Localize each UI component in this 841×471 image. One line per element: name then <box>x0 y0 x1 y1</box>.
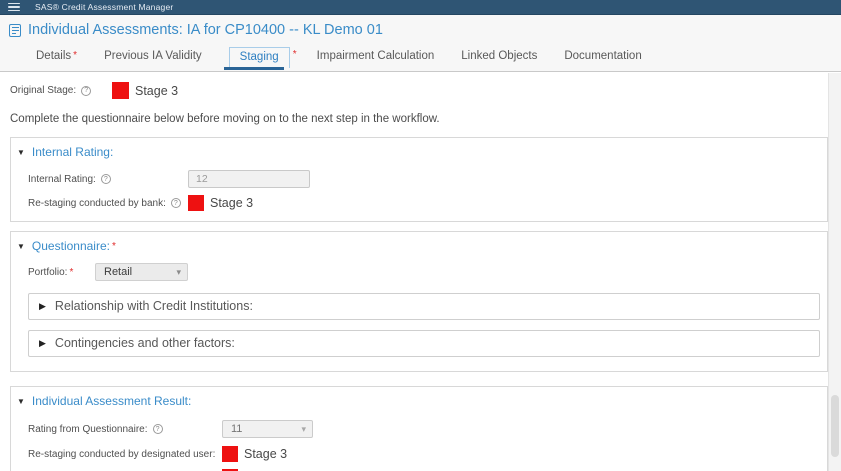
collapse-icon: ▼ <box>17 147 25 157</box>
section-result-header[interactable]: ▼ Individual Assessment Result: <box>17 394 827 408</box>
help-icon[interactable]: ? <box>152 424 163 434</box>
rating-from-questionnaire-row: Rating from Questionnaire: ? 11 ▾ <box>28 420 827 438</box>
document-icon <box>9 23 21 37</box>
restaging-designated-user-value: Stage 3 <box>244 447 288 461</box>
required-marker: * <box>111 240 116 252</box>
required-marker: * <box>69 266 74 278</box>
help-icon[interactable]: ? <box>81 85 92 96</box>
restaging-bank-label: Re-staging conducted by bank: <box>28 197 166 209</box>
tab-documentation[interactable]: Documentation <box>564 50 641 68</box>
original-stage-label: Original Stage: <box>10 85 77 96</box>
collapse-icon: ▼ <box>17 396 25 406</box>
vertical-scrollbar[interactable] <box>828 73 841 471</box>
active-tab-underline <box>223 67 284 70</box>
help-icon[interactable]: ? <box>100 174 111 184</box>
section-questionnaire: ▼ Questionnaire: * Portfolio: * Retail ▾… <box>10 231 828 372</box>
original-stage-row: Original Stage: ? Stage 3 <box>10 82 841 99</box>
internal-rating-input[interactable] <box>188 170 310 188</box>
tab-staging[interactable]: Staging * <box>223 47 297 70</box>
rating-from-questionnaire-label: Rating from Questionnaire: <box>28 423 148 435</box>
menu-icon[interactable] <box>8 2 20 12</box>
page-title: Individual Assessments: IA for CP10400 -… <box>28 22 383 38</box>
stage-color-swatch <box>188 195 204 211</box>
collapse-icon: ▼ <box>17 241 25 251</box>
original-stage-value: Stage 3 <box>135 83 179 98</box>
app-window: SAS® Credit Assessment Manager Individua… <box>0 0 841 471</box>
stage-color-swatch <box>112 82 129 99</box>
restaging-bank-row: Re-staging conducted by bank: ? Stage 3 <box>28 195 827 211</box>
app-title: SAS® Credit Assessment Manager <box>35 2 174 12</box>
page-header: Individual Assessments: IA for CP10400 -… <box>0 15 841 72</box>
tab-previous-ia-validity[interactable]: Previous IA Validity <box>104 50 202 68</box>
tab-impairment-calculation[interactable]: Impairment Calculation <box>317 50 435 68</box>
chevron-down-icon: ▾ <box>301 423 306 434</box>
expand-icon: ▶ <box>39 300 46 311</box>
subsection-contingencies-other-factors[interactable]: ▶ Contingencies and other factors: <box>28 330 820 357</box>
instruction-text: Complete the questionnaire below before … <box>10 113 440 125</box>
expand-icon: ▶ <box>39 337 46 348</box>
internal-rating-row: Internal Rating: ? <box>28 170 827 188</box>
staging-panel: Original Stage: ? Stage 3 Complete the q… <box>0 72 841 471</box>
restaging-designated-user-label: Re-staging conducted by designated user: <box>28 448 216 460</box>
help-icon[interactable]: ? <box>170 198 181 208</box>
required-marker: * <box>292 49 297 60</box>
section-internal-rating: ▼ Internal Rating: Internal Rating: ? Re… <box>10 137 828 222</box>
portfolio-row: Portfolio: * Retail ▾ <box>28 263 827 281</box>
portfolio-dropdown[interactable]: Retail ▾ <box>95 263 188 281</box>
tab-bar: Details * Previous IA Validity Staging * … <box>0 46 841 70</box>
restaging-designated-user-row: Re-staging conducted by designated user:… <box>28 446 827 462</box>
portfolio-label: Portfolio: <box>28 266 68 278</box>
subsection-relationship-credit-institutions[interactable]: ▶ Relationship with Credit Institutions: <box>28 293 820 320</box>
section-internal-rating-header[interactable]: ▼ Internal Rating: <box>17 145 827 159</box>
tab-details[interactable]: Details * <box>36 50 77 68</box>
internal-rating-label: Internal Rating: <box>28 173 96 185</box>
chevron-down-icon: ▾ <box>176 266 181 277</box>
section-individual-assessment-result: ▼ Individual Assessment Result: Rating f… <box>10 386 828 471</box>
required-marker: * <box>73 50 78 61</box>
title-row: Individual Assessments: IA for CP10400 -… <box>0 15 841 38</box>
scrollbar-thumb[interactable] <box>831 395 839 457</box>
tab-linked-objects[interactable]: Linked Objects <box>461 50 537 68</box>
section-questionnaire-header[interactable]: ▼ Questionnaire: * <box>17 239 827 253</box>
rating-from-questionnaire-dropdown[interactable]: 11 ▾ <box>222 420 313 438</box>
restaging-bank-value: Stage 3 <box>210 196 254 210</box>
app-bar: SAS® Credit Assessment Manager <box>0 0 841 15</box>
stage-color-swatch <box>222 446 238 462</box>
